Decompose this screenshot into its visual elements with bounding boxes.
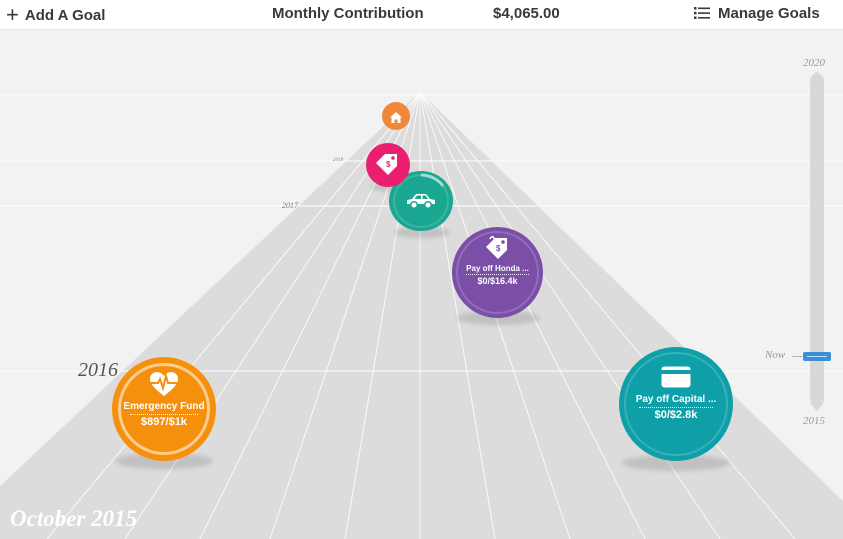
timeline-start-label: 2015	[803, 415, 825, 427]
manage-goals-button[interactable]: Manage Goals	[694, 5, 820, 22]
goal-separator	[130, 414, 198, 415]
timeline-now-marker	[792, 356, 802, 357]
goal-amount: $0/$2.8k	[654, 409, 698, 421]
svg-text:$: $	[496, 244, 501, 253]
credit-card-icon	[619, 366, 733, 393]
plus-icon: +	[6, 2, 19, 27]
timeline-track-cap	[810, 403, 824, 411]
home-icon	[382, 110, 410, 128]
add-goal-label: Add A Goal	[24, 7, 106, 24]
timeline-slider-handle[interactable]	[803, 352, 831, 361]
price-tag-icon: $	[366, 152, 410, 181]
timeline-end-label: 2020	[803, 57, 825, 69]
year-label-2017: 2017	[282, 201, 298, 210]
price-tag-icon: $	[452, 236, 543, 265]
add-goal-button[interactable]: + Add A Goal	[6, 2, 106, 27]
timeline-now-label: Now	[765, 349, 786, 361]
goal-name: Pay off Honda ...	[466, 264, 529, 273]
year-label-2018: 2018	[333, 158, 343, 163]
current-month-label: October 2015	[10, 506, 138, 531]
list-icon	[694, 7, 710, 19]
goal-name: Emergency Fund	[123, 401, 205, 412]
goal-pay-off-capital[interactable]: Pay off Capital ... $0/$2.8k	[619, 347, 733, 461]
goal-amount: $0/$16.4k	[477, 276, 518, 286]
goal-pay-off-honda[interactable]: $ Pay off Honda ... $0/$16.4k	[452, 227, 543, 318]
goal-emergency-fund[interactable]: Emergency Fund $897/$1k	[112, 357, 216, 461]
goal-price-tag[interactable]: $	[366, 143, 410, 187]
heart-pulse-icon	[112, 371, 216, 402]
car-icon	[389, 192, 453, 215]
goal-name: Pay off Capital ...	[635, 394, 717, 405]
monthly-contribution-label: Monthly Contribution	[272, 5, 424, 22]
goal-separator	[466, 274, 529, 275]
monthly-contribution-value: $4,065.00	[493, 5, 560, 22]
goal-home[interactable]	[382, 102, 410, 130]
manage-goals-label: Manage Goals	[718, 5, 820, 22]
top-bar: + Add A Goal Monthly Contribution $4,065.…	[0, 0, 843, 30]
goal-separator	[639, 407, 713, 408]
goal-amount: $897/$1k	[141, 416, 187, 428]
svg-text:$: $	[386, 160, 391, 169]
